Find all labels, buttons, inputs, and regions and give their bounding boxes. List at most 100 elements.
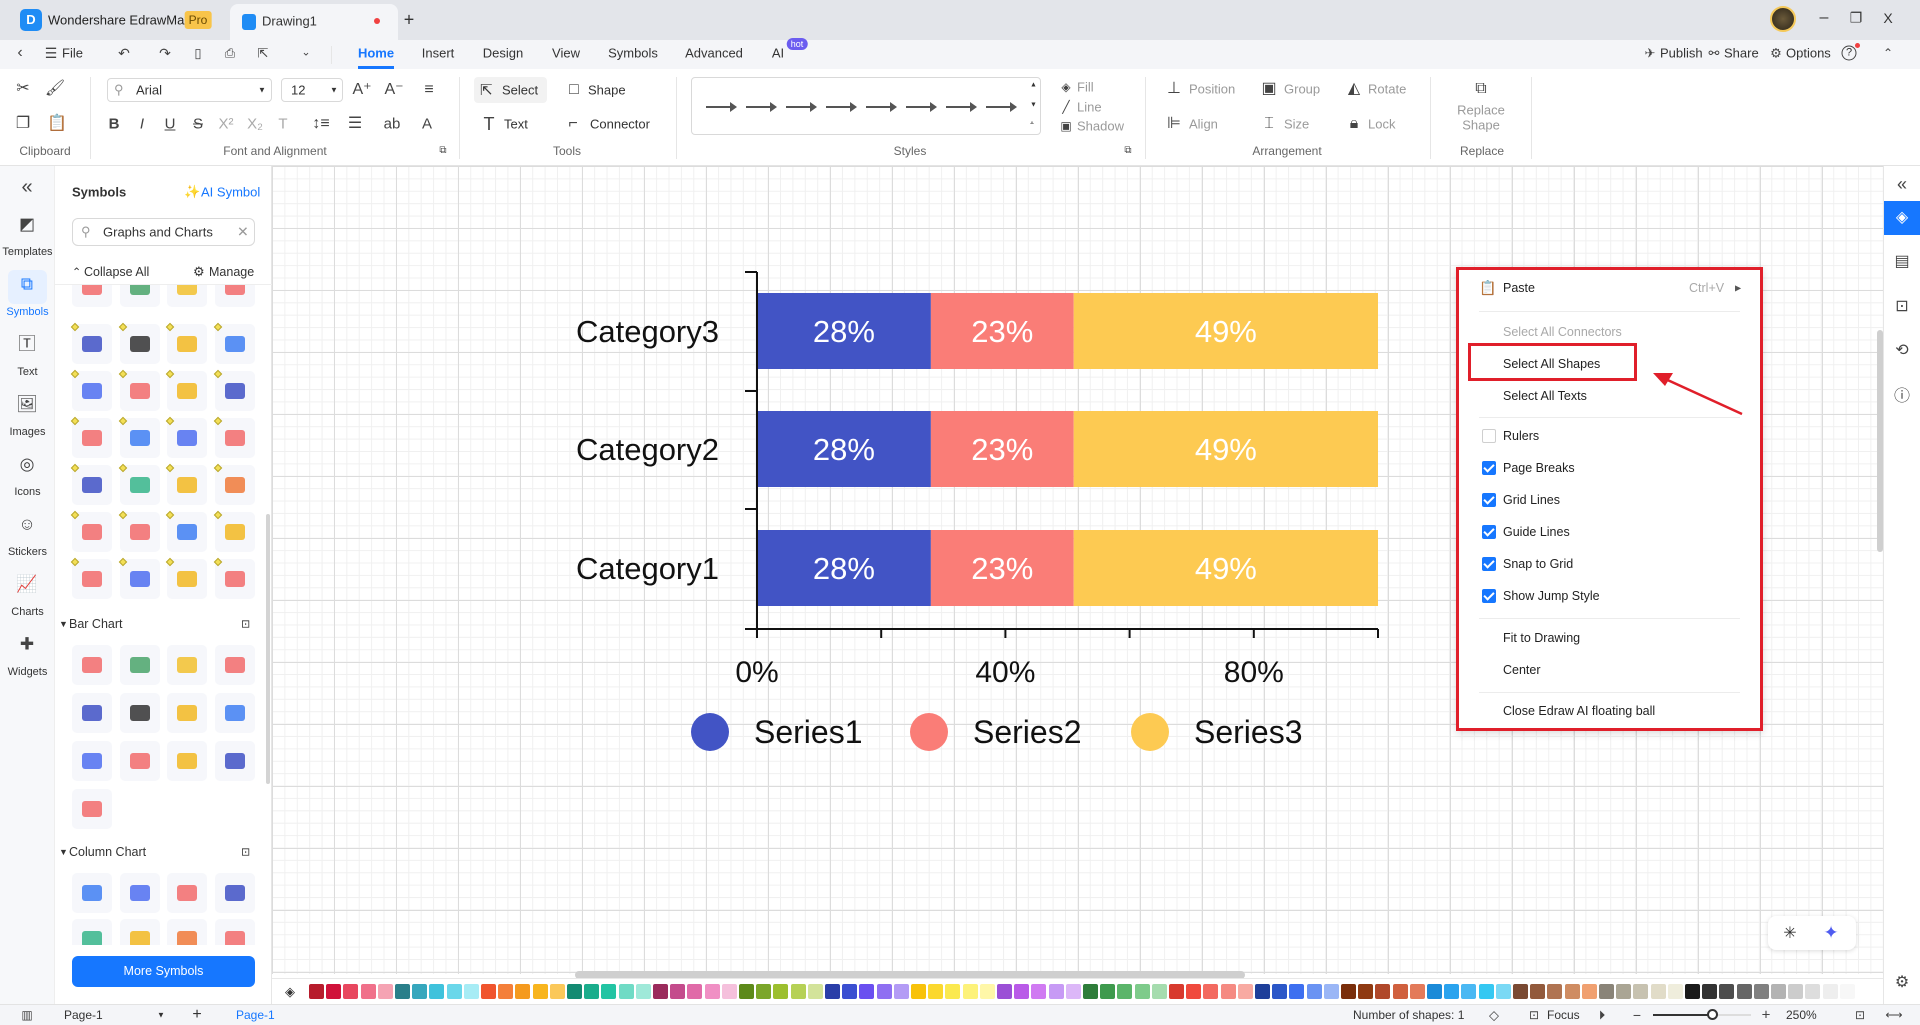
collapse-ribbon-icon[interactable]: ⌃ — [1883, 47, 1893, 59]
size-button[interactable]: Size — [1284, 117, 1309, 132]
color-swatch[interactable] — [1100, 984, 1116, 999]
position-button[interactable]: Position — [1189, 82, 1235, 97]
color-swatch[interactable] — [1702, 984, 1718, 999]
text-tool[interactable]: Text — [504, 117, 528, 132]
color-swatch[interactable] — [1719, 984, 1735, 999]
symbol-tile[interactable] — [72, 465, 112, 505]
symbol-tile[interactable] — [215, 324, 255, 364]
symbol-tile[interactable] — [72, 741, 112, 781]
bold-button[interactable]: B — [109, 117, 120, 132]
color-swatch[interactable] — [859, 984, 875, 999]
symbol-tile[interactable] — [167, 418, 207, 458]
symbol-search-input[interactable]: ⚲ Graphs and Charts ✕ — [72, 218, 255, 246]
color-swatch[interactable] — [842, 984, 858, 999]
symbol-tile[interactable] — [120, 919, 160, 945]
color-swatch[interactable] — [515, 984, 531, 999]
color-swatch[interactable] — [773, 984, 789, 999]
symbol-tile[interactable] — [215, 418, 255, 458]
nav-item-symbols[interactable]: ⧉ Symbols — [0, 270, 55, 326]
color-swatch[interactable] — [1237, 984, 1253, 999]
color-swatch[interactable] — [1358, 984, 1374, 999]
sparkle-icon[interactable]: ✳ — [1783, 923, 1796, 943]
section-header[interactable]: Column Chart — [69, 845, 146, 859]
document-tab[interactable]: Drawing1 — [230, 4, 398, 40]
lock-button[interactable]: Lock — [1368, 117, 1395, 132]
add-page-button[interactable]: + — [192, 1006, 201, 1024]
symbol-tile[interactable] — [167, 285, 207, 307]
color-swatch[interactable] — [1564, 984, 1580, 999]
color-swatch[interactable] — [1478, 984, 1494, 999]
fill-color-icon[interactable]: ◈ — [285, 984, 295, 1000]
symbol-tile[interactable] — [167, 693, 207, 733]
zoom-in-icon[interactable]: + — [1762, 1008, 1771, 1023]
symbol-tile[interactable] — [72, 919, 112, 945]
color-swatch[interactable] — [1186, 984, 1202, 999]
symbol-tile[interactable] — [72, 645, 112, 685]
color-swatch[interactable] — [584, 984, 600, 999]
line-style-option[interactable] — [986, 102, 1017, 112]
symbol-tile[interactable] — [167, 741, 207, 781]
expand-panel-icon[interactable]: « — [1897, 175, 1907, 193]
color-swatch[interactable] — [911, 984, 926, 999]
color-swatch[interactable] — [1117, 984, 1133, 999]
tab-symbols[interactable]: Symbols — [608, 46, 658, 61]
symbol-tile[interactable] — [215, 645, 255, 685]
presentation-icon[interactable]: ⊡ — [1895, 299, 1908, 315]
replace-shape-button-line1[interactable]: Replace — [1457, 103, 1505, 118]
color-swatch[interactable] — [1323, 984, 1339, 999]
italic-button[interactable]: I — [140, 117, 144, 132]
symbol-tile[interactable] — [120, 559, 160, 599]
color-swatch[interactable] — [756, 984, 772, 999]
color-swatch[interactable] — [446, 984, 462, 999]
color-swatch[interactable] — [979, 984, 995, 999]
format-painter-icon[interactable]: 🖌 — [45, 81, 65, 97]
cut-icon[interactable]: ✂ — [16, 81, 29, 97]
publish-button[interactable]: Publish — [1660, 46, 1703, 61]
color-swatch[interactable] — [309, 984, 324, 999]
symbol-tile[interactable] — [167, 919, 207, 945]
nav-item-templates[interactable]: ◩ Templates — [0, 210, 55, 266]
color-swatch[interactable] — [498, 984, 514, 999]
symbol-tile[interactable] — [72, 873, 112, 913]
symbol-tile[interactable] — [167, 371, 207, 411]
color-swatch[interactable] — [1788, 984, 1804, 999]
font-color-button[interactable]: A — [422, 117, 432, 132]
symbol-tile[interactable] — [215, 873, 255, 913]
color-swatch[interactable] — [1065, 984, 1081, 999]
more-icon[interactable]: ⌄ — [301, 47, 310, 59]
color-swatch[interactable] — [1513, 984, 1528, 999]
maximize-button[interactable]: ❐ — [1850, 10, 1863, 27]
color-swatch[interactable] — [635, 984, 651, 999]
color-swatch[interactable] — [1495, 984, 1511, 999]
color-swatch[interactable] — [1771, 984, 1786, 999]
tab-ai[interactable]: AI — [772, 46, 784, 61]
file-menu[interactable]: File — [62, 46, 83, 61]
section-library-icon[interactable]: ⊡ — [241, 846, 250, 859]
symbol-tile[interactable] — [120, 512, 160, 552]
color-swatch[interactable] — [1427, 984, 1442, 999]
color-swatch[interactable] — [360, 984, 376, 999]
line-style-option[interactable] — [946, 102, 977, 112]
color-swatch[interactable] — [1667, 984, 1683, 999]
color-swatch[interactable] — [1083, 984, 1098, 999]
export-icon[interactable]: ⇱ — [258, 47, 269, 60]
symbol-tile[interactable] — [167, 465, 207, 505]
symbol-tile[interactable] — [215, 285, 255, 307]
minimize-button[interactable]: – — [1820, 9, 1829, 27]
color-swatch[interactable] — [412, 984, 428, 999]
strikethrough-button[interactable]: S — [193, 117, 203, 132]
fit-page-icon[interactable]: ⊡ — [1855, 1009, 1865, 1021]
color-swatch[interactable] — [1685, 984, 1700, 999]
color-swatch[interactable] — [653, 984, 668, 999]
line-style-option[interactable] — [786, 102, 817, 112]
symbol-tile[interactable] — [120, 645, 160, 685]
symbol-tile[interactable] — [120, 693, 160, 733]
color-swatch[interactable] — [1169, 984, 1184, 999]
undo-icon[interactable]: ↶ — [118, 46, 130, 60]
color-swatch[interactable] — [1306, 984, 1322, 999]
font-dialog-launcher-icon[interactable]: ⧉ — [439, 146, 446, 156]
color-swatch[interactable] — [618, 984, 634, 999]
color-swatch[interactable] — [377, 984, 393, 999]
color-swatch[interactable] — [1444, 984, 1460, 999]
color-swatch[interactable] — [1409, 984, 1425, 999]
